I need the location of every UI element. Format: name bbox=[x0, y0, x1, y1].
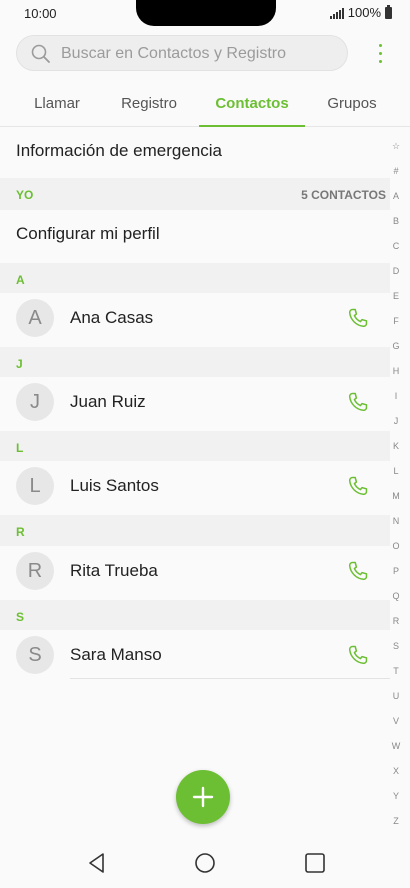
contact-name: Luis Santos bbox=[70, 476, 159, 495]
index-letter[interactable]: W bbox=[384, 734, 408, 759]
display-notch bbox=[136, 0, 276, 26]
avatar: A bbox=[16, 299, 54, 337]
index-letter[interactable]: C bbox=[384, 234, 408, 259]
index-letter[interactable]: I bbox=[384, 384, 408, 409]
index-letter[interactable]: B bbox=[384, 209, 408, 234]
back-triangle-icon[interactable] bbox=[84, 850, 110, 876]
more-vertical-icon-dot bbox=[378, 59, 382, 63]
search-input[interactable] bbox=[59, 36, 343, 72]
index-letter[interactable]: Z bbox=[384, 809, 408, 834]
contact-row[interactable]: J Juan Ruiz bbox=[0, 377, 390, 427]
contact-name: Sara Manso bbox=[70, 645, 162, 664]
recents-square-icon[interactable] bbox=[302, 850, 328, 876]
index-letter[interactable]: Y bbox=[384, 784, 408, 809]
section-header-s: S bbox=[0, 600, 390, 634]
section-header-r: R bbox=[0, 515, 390, 549]
index-letter[interactable]: P bbox=[384, 559, 408, 584]
more-options-button[interactable] bbox=[368, 40, 392, 66]
index-letter[interactable]: R bbox=[384, 609, 408, 634]
status-time: 10:00 bbox=[24, 6, 57, 21]
index-letter[interactable]: F bbox=[384, 309, 408, 334]
add-contact-button[interactable] bbox=[176, 770, 230, 824]
alphabet-index[interactable]: ☆ # A B C D E F G H I J K L M N O P Q R S T U V W X Y Z bbox=[384, 134, 408, 834]
index-letter[interactable]: J bbox=[384, 409, 408, 434]
tab-bar: Llamar Registro Contactos Grupos bbox=[0, 86, 410, 127]
index-letter[interactable]: # bbox=[384, 159, 408, 184]
avatar: L bbox=[16, 467, 54, 505]
section-header-label: YO bbox=[16, 188, 34, 202]
index-letter[interactable]: H bbox=[384, 359, 408, 384]
contact-name: Rita Trueba bbox=[70, 561, 158, 580]
index-letter[interactable]: U bbox=[384, 684, 408, 709]
section-header-j: J bbox=[0, 347, 390, 381]
index-letter[interactable]: N bbox=[384, 509, 408, 534]
index-letter[interactable]: M bbox=[384, 484, 408, 509]
more-vertical-icon-dot bbox=[378, 51, 382, 55]
index-letter[interactable]: O bbox=[384, 534, 408, 559]
section-header-l: L bbox=[0, 431, 390, 465]
index-letter[interactable]: Q bbox=[384, 584, 408, 609]
index-letter[interactable]: K bbox=[384, 434, 408, 459]
phone-icon[interactable] bbox=[346, 390, 370, 414]
index-letter[interactable]: S bbox=[384, 634, 408, 659]
index-letter[interactable]: ☆ bbox=[384, 134, 408, 159]
avatar: J bbox=[16, 383, 54, 421]
status-indicators: 100% bbox=[329, 4, 392, 20]
tab-grupos[interactable]: Grupos bbox=[314, 86, 390, 126]
search-bar[interactable] bbox=[16, 35, 348, 72]
contact-row[interactable]: S Sara Manso bbox=[0, 630, 390, 680]
status-bar: 10:00 100% bbox=[0, 0, 410, 26]
phone-icon[interactable] bbox=[346, 306, 370, 330]
contact-row[interactable]: R Rita Trueba bbox=[0, 546, 390, 596]
more-vertical-icon bbox=[378, 43, 382, 47]
battery-percentage: 100% bbox=[347, 5, 381, 20]
section-header-me: YO 5 CONTACTOS bbox=[0, 178, 390, 212]
index-letter[interactable]: L bbox=[384, 459, 408, 484]
index-letter[interactable]: T bbox=[384, 659, 408, 684]
index-letter[interactable]: G bbox=[384, 334, 408, 359]
home-circle-icon[interactable] bbox=[192, 850, 218, 876]
tab-llamar[interactable]: Llamar bbox=[16, 86, 98, 126]
phone-icon[interactable] bbox=[346, 559, 370, 583]
index-letter[interactable]: X bbox=[384, 759, 408, 784]
avatar: S bbox=[16, 636, 54, 674]
signal-icon bbox=[329, 7, 344, 19]
index-letter[interactable]: A bbox=[384, 184, 408, 209]
contact-name: Ana Casas bbox=[70, 308, 154, 327]
contacts-count: 5 CONTACTOS bbox=[301, 188, 386, 202]
battery-icon bbox=[385, 4, 392, 19]
tab-registro[interactable]: Registro bbox=[106, 86, 192, 126]
configure-profile-item[interactable]: Configurar mi perfil bbox=[0, 210, 390, 258]
contact-name: Juan Ruiz bbox=[70, 392, 146, 411]
avatar: R bbox=[16, 552, 54, 590]
index-letter[interactable]: E bbox=[384, 284, 408, 309]
index-letter[interactable]: V bbox=[384, 709, 408, 734]
contact-row[interactable]: A Ana Casas bbox=[0, 293, 390, 343]
phone-icon[interactable] bbox=[346, 643, 370, 667]
plus-icon bbox=[192, 786, 214, 808]
index-letter[interactable]: D bbox=[384, 259, 408, 284]
contact-row[interactable]: L Luis Santos bbox=[0, 461, 390, 511]
phone-icon[interactable] bbox=[346, 474, 370, 498]
section-header-a: A bbox=[0, 263, 390, 297]
list-divider bbox=[70, 678, 390, 679]
navigation-bar bbox=[0, 836, 410, 888]
tab-contactos[interactable]: Contactos bbox=[199, 86, 305, 127]
search-icon bbox=[31, 44, 50, 63]
emergency-info-item[interactable]: Información de emergencia bbox=[0, 127, 390, 175]
